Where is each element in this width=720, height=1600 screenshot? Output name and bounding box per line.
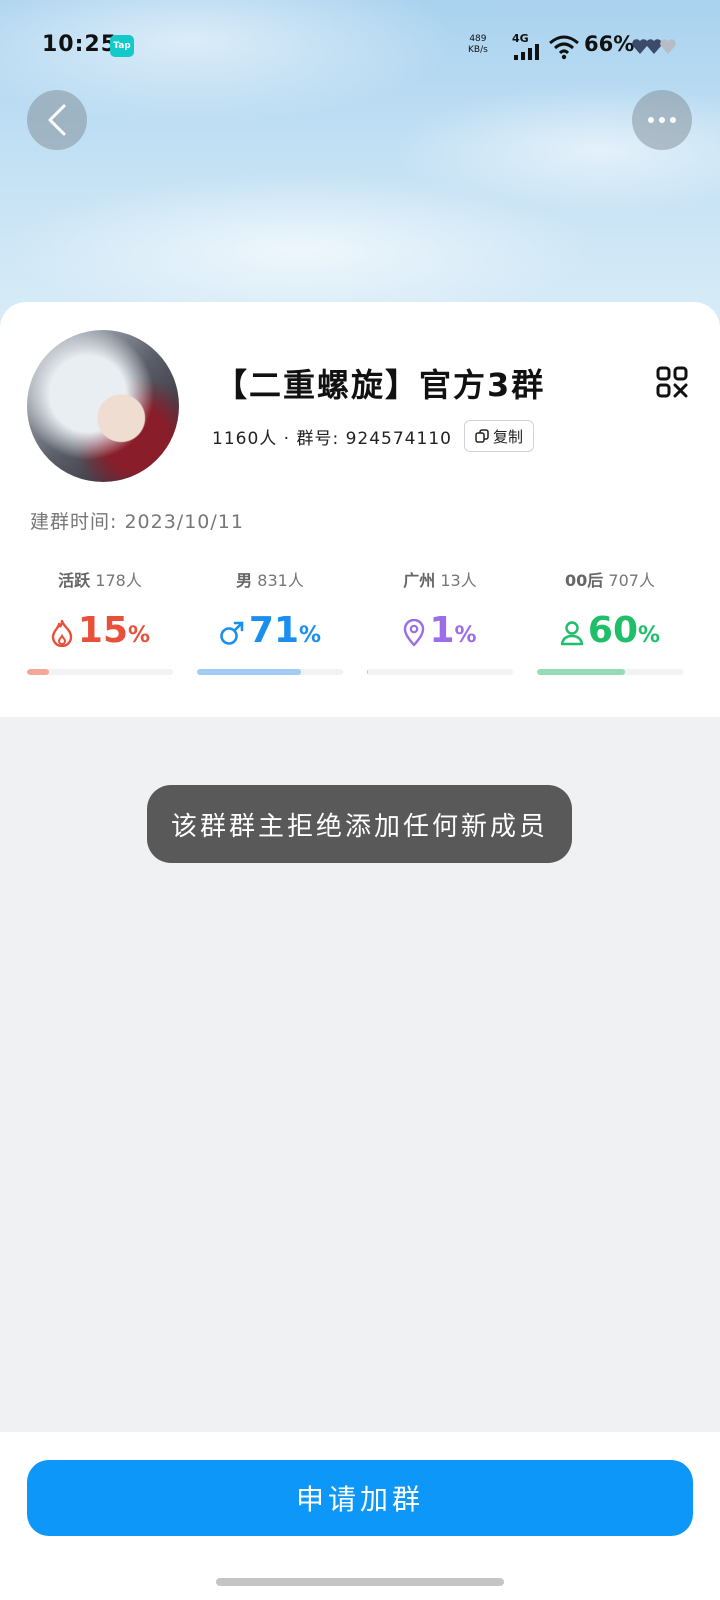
copy-icon (475, 429, 489, 443)
group-info-card: 【二重螺旋】官方3群 1160人 · 群号: 924574110 复制 建群时间… (0, 302, 720, 717)
created-date: 2023/10/11 (124, 511, 244, 533)
stat-value: 60 % (537, 607, 683, 651)
stat-label-name: 00后 (565, 571, 604, 590)
stat-label-count: 178人 (95, 571, 142, 590)
more-options-button[interactable] (632, 90, 692, 150)
group-name: 【二重螺旋】官方3群 (215, 366, 546, 404)
stat-label: 男 831人 (197, 567, 343, 590)
stat-label-name: 男 (236, 571, 253, 590)
stat-label-name: 广州 (403, 571, 436, 590)
location-pin-icon (404, 619, 425, 647)
copy-label: 复制 (492, 427, 523, 446)
stat-value-number: 60 (587, 610, 639, 651)
stat-label-count: 831人 (257, 571, 304, 590)
stat-value-percent: % (454, 623, 477, 648)
person-icon (560, 621, 584, 646)
stat-progress-bar (197, 669, 343, 675)
join-group-button[interactable]: 申请加群 (27, 1460, 693, 1536)
stat-label: 广州 13人 (367, 567, 513, 590)
stat-location: 广州 13人 1 % (367, 567, 513, 675)
network-speed-unit: KB/s (468, 45, 488, 55)
stat-label: 00后 707人 (537, 567, 683, 590)
stat-value-percent: % (128, 623, 151, 648)
battery-hearts-icon (632, 39, 676, 54)
cellular-signal-icon (514, 44, 539, 60)
stat-value: 71 % (197, 607, 343, 651)
created-label: 建群时间: (30, 511, 118, 533)
status-bar: 10:25 Tap 489 KB/s 4G 66% (0, 0, 720, 90)
group-meta-row: 1160人 · 群号: 924574110 复制 (212, 420, 534, 452)
flame-icon (51, 619, 73, 647)
qr-code-icon[interactable] (656, 366, 688, 398)
stat-label-count: 707人 (608, 571, 655, 590)
stat-label: 活跃 178人 (27, 567, 173, 590)
more-dots-icon (648, 117, 676, 123)
home-indicator[interactable] (216, 1578, 504, 1586)
stat-progress-fill (537, 669, 625, 675)
stat-progress-fill (27, 669, 49, 675)
created-date-row: 建群时间: 2023/10/11 (30, 507, 244, 534)
stat-label-count: 13人 (440, 571, 477, 590)
male-icon (220, 621, 244, 645)
stat-progress-fill (367, 669, 369, 675)
member-count-and-id: 1160人 · 群号: 924574110 (212, 428, 452, 449)
stat-progress-fill (197, 669, 301, 675)
stat-progress-bar (27, 669, 173, 675)
stat-value: 1 % (367, 607, 513, 651)
stat-value: 15 % (27, 607, 173, 651)
toast-message: 该群群主拒绝添加任何新成员 (147, 785, 572, 863)
stat-value-number: 1 (429, 610, 455, 651)
stat-value-number: 71 (248, 610, 300, 651)
chevron-left-icon (48, 104, 66, 136)
group-avatar[interactable] (27, 330, 179, 482)
stat-active: 活跃 178人 15 % (27, 567, 173, 675)
battery-percent: 66% (584, 32, 635, 56)
stat-male: 男 831人 71 % (197, 567, 343, 675)
back-button[interactable] (27, 90, 87, 150)
bottom-action-bar: 申请加群 (0, 1432, 720, 1600)
network-speed-value: 489 (469, 34, 487, 44)
copy-id-button[interactable]: 复制 (463, 420, 534, 452)
wifi-icon (549, 35, 579, 60)
stat-progress-bar (537, 669, 683, 675)
stat-value-number: 15 (77, 610, 129, 651)
network-speed: 489 KB/s (468, 34, 488, 56)
stat-progress-bar (367, 669, 513, 675)
taptap-app-icon: Tap (110, 35, 134, 57)
stat-label-name: 活跃 (58, 571, 91, 590)
status-time: 10:25 (42, 32, 118, 57)
stat-age: 00后 707人 60 % (537, 567, 683, 675)
stat-value-percent: % (299, 623, 322, 648)
stat-value-percent: % (638, 623, 661, 648)
